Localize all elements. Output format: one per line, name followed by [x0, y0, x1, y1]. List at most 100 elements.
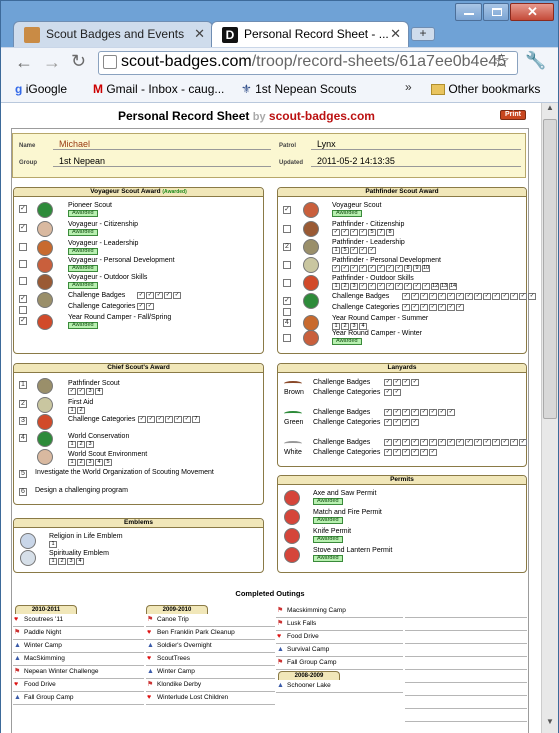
progress-box[interactable]: ✓	[395, 265, 403, 272]
vertical-scrollbar[interactable]: ▲ ▼	[541, 103, 558, 733]
progress-box[interactable]: ✓	[483, 293, 491, 300]
progress-box[interactable]: 1	[68, 407, 76, 414]
progress-box[interactable]: ✓	[137, 292, 145, 299]
outing-item[interactable]: ▲ Fall Group Camp	[13, 692, 144, 705]
progress-box[interactable]: 1	[49, 558, 57, 565]
forward-arrow-icon[interactable]: →	[43, 52, 61, 73]
site-name[interactable]: scout-badges.com	[269, 109, 375, 123]
progress-box[interactable]: ✓	[465, 293, 473, 300]
progress-box[interactable]: ✓	[402, 293, 410, 300]
progress-box[interactable]: ✓	[411, 449, 419, 456]
progress-box[interactable]: ✓	[393, 439, 401, 446]
progress-box[interactable]: 3	[86, 459, 94, 466]
outing-item[interactable]: ⚑ Paddle Night	[13, 627, 144, 640]
outing-item[interactable]: ⚑ Klondike Derby	[146, 679, 275, 692]
new-tab-button[interactable]: +	[411, 27, 435, 41]
maximize-button[interactable]	[483, 3, 509, 21]
checkbox[interactable]	[19, 277, 27, 285]
progress-box[interactable]: ✓	[384, 389, 392, 396]
progress-box[interactable]: ✓	[438, 439, 446, 446]
checkbox[interactable]: ✓	[283, 297, 291, 305]
progress-box[interactable]: ✓	[359, 247, 367, 254]
progress-box[interactable]: 5	[368, 229, 376, 236]
progress-box[interactable]: 1	[332, 323, 340, 330]
checkbox[interactable]	[283, 334, 291, 342]
progress-box[interactable]: ✓	[377, 283, 385, 290]
close-tab-icon[interactable]: ✕	[194, 26, 205, 42]
progress-box[interactable]: 5	[104, 459, 112, 466]
progress-box[interactable]: ✓	[173, 292, 181, 299]
outing-item[interactable]: ♥ ScoutTrees	[146, 653, 275, 666]
progress-box[interactable]: ✓	[146, 303, 154, 310]
progress-box[interactable]: 2	[341, 323, 349, 330]
progress-box[interactable]: ✓	[147, 416, 155, 423]
progress-box[interactable]: ✓	[420, 409, 428, 416]
reload-icon[interactable]: ↻	[71, 51, 86, 72]
progress-box[interactable]: ✓	[332, 265, 340, 272]
progress-box[interactable]: 3	[86, 388, 94, 395]
progress-box[interactable]: ✓	[137, 303, 145, 310]
progress-box[interactable]: ✓	[465, 439, 473, 446]
wrench-icon[interactable]: 🔧	[525, 51, 546, 71]
progress-box[interactable]: ✓	[138, 416, 146, 423]
progress-box[interactable]: ✓	[429, 449, 437, 456]
scroll-up-icon[interactable]: ▲	[542, 103, 558, 117]
progress-box[interactable]: ✓	[395, 283, 403, 290]
other-bookmarks[interactable]: Other bookmarks	[431, 82, 540, 96]
progress-box[interactable]: ✓	[492, 293, 500, 300]
progress-box[interactable]: ✓	[447, 304, 455, 311]
progress-box[interactable]: ✓	[368, 247, 376, 254]
progress-box[interactable]: ✓	[386, 283, 394, 290]
progress-box[interactable]: 9	[413, 265, 421, 272]
progress-box[interactable]: ✓	[393, 379, 401, 386]
progress-box[interactable]: ✓	[384, 449, 392, 456]
outing-item[interactable]: ⚑ Nepean Winter Challenge	[13, 666, 144, 679]
progress-box[interactable]: ✓	[519, 439, 527, 446]
progress-box[interactable]: ✓	[483, 439, 491, 446]
progress-box[interactable]: ✓	[341, 265, 349, 272]
progress-box[interactable]: ✓	[146, 292, 154, 299]
progress-box[interactable]: ✓	[447, 293, 455, 300]
progress-box[interactable]: ✓	[156, 416, 164, 423]
progress-box[interactable]: 1	[49, 541, 57, 548]
progress-box[interactable]: ✓	[492, 439, 500, 446]
bookmark-1st-nepean[interactable]: ⚜ 1st Nepean Scouts	[241, 82, 357, 96]
scrollbar-thumb[interactable]	[543, 119, 557, 419]
progress-box[interactable]: ✓	[420, 293, 428, 300]
progress-box[interactable]: ✓	[402, 304, 410, 311]
progress-box[interactable]: 10	[422, 265, 430, 272]
checkbox[interactable]: ✓	[19, 317, 27, 325]
progress-box[interactable]: ✓	[384, 439, 392, 446]
progress-box[interactable]: ✓	[420, 439, 428, 446]
outing-item[interactable]: ♥ Winterlude Lost Children	[146, 692, 275, 705]
checkbox[interactable]: ✓	[283, 206, 291, 214]
outing-item[interactable]: ⚑ Fall Group Camp	[276, 657, 403, 670]
progress-box[interactable]: ✓	[510, 439, 518, 446]
progress-box[interactable]: ✓	[393, 409, 401, 416]
progress-box[interactable]: ✓	[411, 379, 419, 386]
progress-box[interactable]: ✓	[359, 229, 367, 236]
progress-box[interactable]: ✓	[393, 419, 401, 426]
progress-box[interactable]: 13	[440, 283, 448, 290]
progress-box[interactable]: ✓	[174, 416, 182, 423]
progress-box[interactable]: ✓	[402, 449, 410, 456]
progress-box[interactable]: ✓	[429, 409, 437, 416]
progress-box[interactable]: ✓	[384, 419, 392, 426]
progress-box[interactable]: ✓	[350, 229, 358, 236]
outing-item[interactable]: ♥ Food Drive	[276, 631, 403, 644]
progress-box[interactable]: 2	[77, 407, 85, 414]
back-arrow-icon[interactable]: ←	[15, 52, 33, 73]
bookmark-star-icon[interactable]: ☆	[493, 50, 510, 73]
checkbox[interactable]	[19, 260, 27, 268]
progress-box[interactable]: 1	[332, 283, 340, 290]
progress-box[interactable]: 4	[95, 388, 103, 395]
progress-box[interactable]: ✓	[519, 293, 527, 300]
progress-box[interactable]: 8	[404, 265, 412, 272]
minimize-button[interactable]	[455, 3, 482, 21]
checkbox[interactable]: 4	[283, 319, 291, 327]
progress-box[interactable]: ✓	[402, 409, 410, 416]
progress-box[interactable]: 7	[377, 229, 385, 236]
progress-box[interactable]: ✓	[438, 293, 446, 300]
progress-box[interactable]: ✓	[411, 419, 419, 426]
checkbox[interactable]	[19, 306, 27, 314]
